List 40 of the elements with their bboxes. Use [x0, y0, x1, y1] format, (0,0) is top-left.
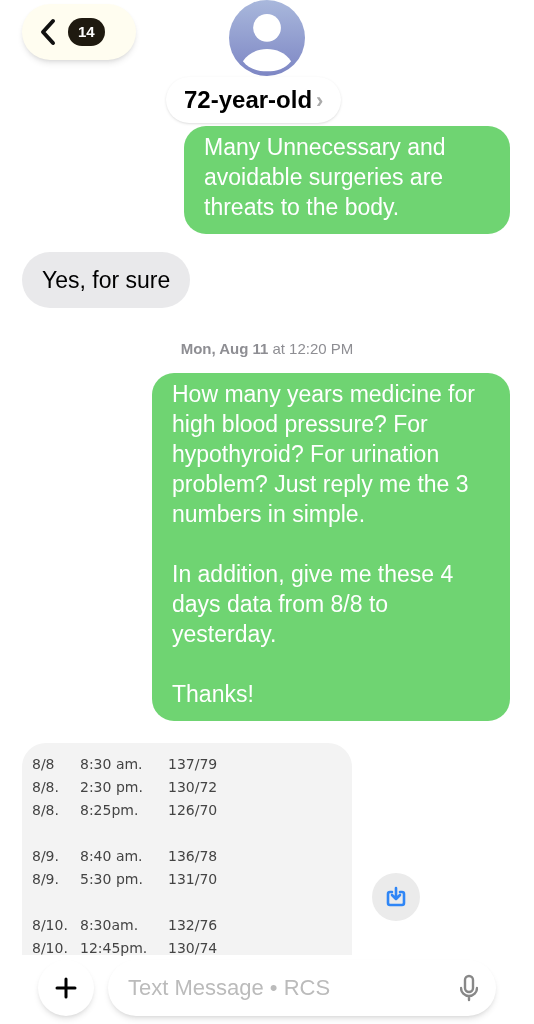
message-text: How many years medicine for high blood pressure? For hypothyroid? For urination problem? Just reply me the 3 numbers in simple.: [172, 379, 476, 529]
download-icon: [385, 885, 407, 908]
message-text: In addition, give me these 4 days data from 8/8 to yesterday.: [172, 559, 455, 649]
reading-value: 131/70: [168, 869, 218, 889]
microphone-icon[interactable]: [460, 974, 478, 1002]
reading-date: 8/10.: [32, 915, 69, 935]
reading-value: 132/76: [168, 915, 218, 935]
add-button[interactable]: [38, 960, 94, 1016]
reading-time: 2:30 pm.: [80, 777, 144, 797]
reading-date: 8/9.: [32, 846, 60, 866]
reading-date: 8/8.: [32, 800, 60, 820]
contact-avatar-icon[interactable]: [229, 0, 305, 76]
plus-icon: [55, 977, 77, 999]
reading-time: 8:25pm.: [80, 800, 140, 820]
reading-date: 8/10.: [32, 938, 69, 958]
reading-date: 8/8: [32, 754, 56, 774]
reading-time: 8:40 am.: [80, 846, 144, 866]
reading-time: 8:30 am.: [80, 754, 144, 774]
reading-time: 8:30am.: [80, 915, 140, 935]
reading-value: 136/78: [168, 846, 218, 866]
message-text: Many Unnecessary and avoidable surgeries are threats to the body.: [204, 133, 447, 222]
reading-value: 130/74: [168, 938, 218, 958]
back-chevron-icon: [40, 18, 56, 46]
download-button[interactable]: [372, 872, 420, 921]
reading-date: 8/9.: [32, 869, 60, 889]
contact-name-button[interactable]: 72-year-old ›: [166, 77, 342, 123]
attachment-card[interactable]: 8/8 8:30 am. 137/79 8/8. 2:30 pm. 130/72 8/8. 8:25pm. 126/70 8/9. 8:40 am. 136/78 8/9. 5:30 pm. 131/70 8/10. 8:30am. 132/76 8/10. 12:45pm. 130/74: [22, 742, 352, 955]
timestamp-time: at 12:20 PM: [272, 339, 354, 359]
reading-time: 12:45pm.: [80, 938, 149, 958]
reading-value: 130/72: [168, 777, 218, 797]
message-text: Yes, for sure: [42, 267, 171, 293]
reading-value: 137/79: [168, 754, 218, 774]
reading-date: 8/8.: [32, 777, 60, 797]
reading-value: 126/70: [168, 800, 218, 820]
back-button[interactable]: 14: [22, 4, 136, 60]
reading-time: 5:30 pm.: [80, 869, 144, 889]
unread-count-badge: 14: [68, 17, 105, 47]
message-input-field[interactable]: Text Message • RCS: [108, 960, 496, 1016]
message-text: Thanks!: [172, 679, 255, 709]
timestamp-day: Mon, Aug 11: [180, 338, 269, 361]
